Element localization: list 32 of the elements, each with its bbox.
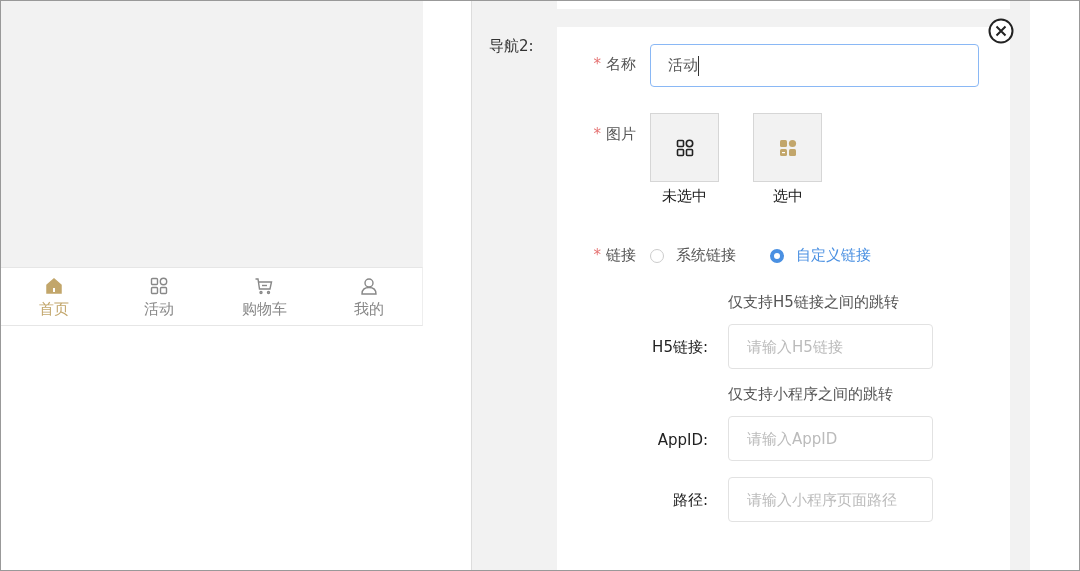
cart-icon: [254, 276, 275, 296]
name-input[interactable]: 活动: [650, 44, 979, 87]
image-slot[interactable]: [650, 113, 719, 182]
field-label: H5链接:: [651, 338, 709, 358]
field-label: 名称: [606, 55, 636, 75]
field-hint: 仅支持小程序之间的跳转: [728, 385, 894, 404]
field-label: 图片: [606, 125, 636, 145]
radio-label[interactable]: 自定义链接: [796, 246, 871, 265]
input-field[interactable]: 请输入H5链接: [728, 324, 933, 369]
input-field[interactable]: 请输入AppID: [728, 416, 933, 461]
grid-icon: [148, 276, 169, 296]
field-label: AppID:: [656, 431, 709, 451]
field-label: 链接: [606, 246, 636, 265]
radio-button[interactable]: [770, 248, 784, 263]
tab-item[interactable]: 活动: [106, 268, 212, 325]
image-caption: 未选中: [662, 187, 707, 206]
tab-item[interactable]: 我的: [316, 268, 422, 325]
image-caption: 选中: [772, 187, 803, 206]
user-icon: [359, 276, 380, 296]
required-mark: *: [593, 246, 601, 265]
required-mark: *: [593, 55, 601, 75]
tab-item[interactable]: 购物车: [211, 268, 317, 325]
field-label: 路径:: [671, 491, 709, 511]
radio-button[interactable]: [650, 248, 664, 263]
radio-label[interactable]: 系统链接: [676, 246, 736, 265]
field-hint: 仅支持H5链接之间的跳转: [728, 293, 900, 312]
required-mark: *: [593, 125, 601, 145]
home-icon: [43, 276, 64, 296]
close-icon[interactable]: [988, 18, 1014, 44]
nav-label: 导航2:: [488, 36, 535, 57]
tab-item[interactable]: 首页: [1, 268, 107, 325]
input-field[interactable]: 请输入小程序页面路径: [728, 477, 933, 522]
